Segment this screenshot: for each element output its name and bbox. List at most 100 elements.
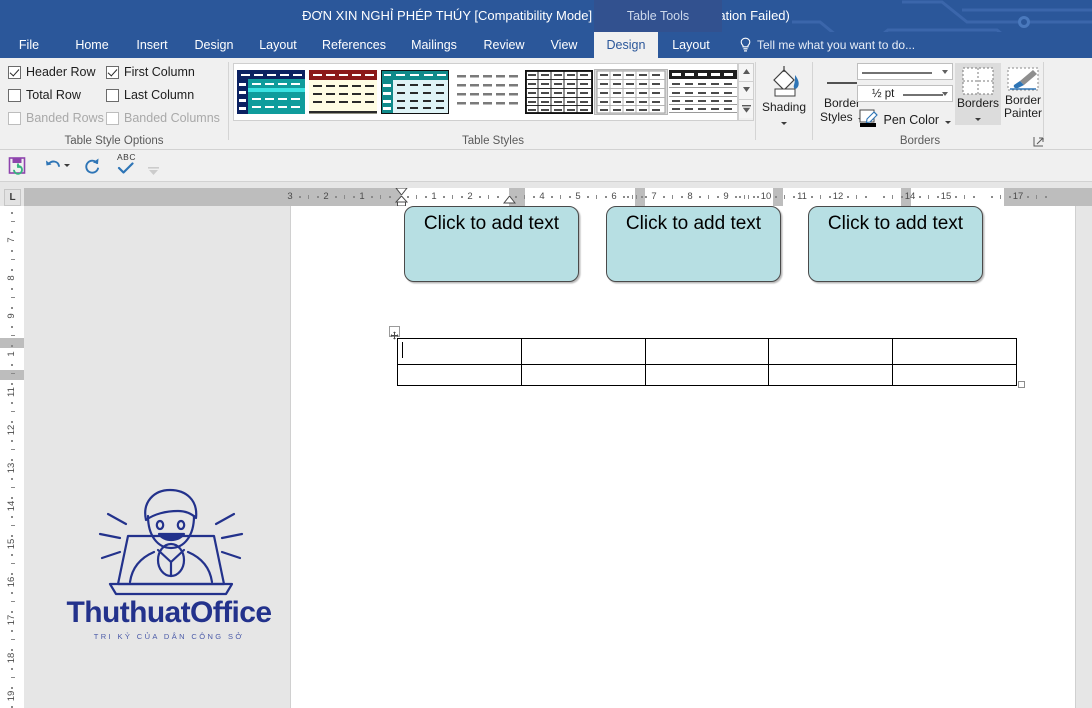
table-cell[interactable] xyxy=(768,364,894,386)
tab-insert[interactable]: Insert xyxy=(128,32,176,58)
table-cell[interactable] xyxy=(644,338,770,365)
table-style-grid-table-teal-dotted[interactable] xyxy=(380,69,450,115)
chevron-down-icon[interactable] xyxy=(975,118,981,121)
checkbox-box[interactable] xyxy=(106,66,119,79)
ruler-tick xyxy=(587,196,589,198)
scroll-down-icon[interactable] xyxy=(739,82,753,100)
chevron-down-icon[interactable] xyxy=(944,121,951,124)
table-cell[interactable] xyxy=(520,364,646,386)
document-canvas[interactable]: Click to add text Click to add text Clic… xyxy=(24,206,1092,708)
tab-references[interactable]: References xyxy=(312,32,396,58)
line-style-dropdown[interactable] xyxy=(857,63,953,80)
vruler-tick xyxy=(11,610,13,613)
checkbox-box[interactable] xyxy=(8,89,21,102)
ruler-tick xyxy=(497,196,499,198)
table-move-handle[interactable] xyxy=(389,326,400,340)
vruler-tick xyxy=(11,439,13,442)
smartart-box[interactable]: Click to add text xyxy=(808,206,983,282)
checkbox-header-row[interactable]: Header Row xyxy=(8,64,95,84)
gallery-scrollbar[interactable] xyxy=(738,63,754,121)
title-bar: ĐƠN XIN NGHỈ PHÉP THÚY [Compatibility Mo… xyxy=(0,0,1092,32)
ruler-tick xyxy=(748,195,749,199)
vruler-tick xyxy=(11,297,15,298)
tell-me-search[interactable]: Tell me what you want to do... xyxy=(757,32,915,58)
table-cell[interactable] xyxy=(644,364,770,386)
checkbox-total-row[interactable]: Total Row xyxy=(8,87,81,107)
vruler-cell-divider xyxy=(0,370,24,380)
table-style-table-grid[interactable] xyxy=(524,69,594,115)
spelling-grammar-icon[interactable]: ABC xyxy=(117,153,136,174)
first-line-indent-marker[interactable] xyxy=(395,188,408,196)
checkbox-box[interactable] xyxy=(106,89,119,102)
horizontal-ruler[interactable]: 3 2 1 1 2 4 5 6 7 8 9 10 11 12 14 15 17 xyxy=(24,188,1092,206)
vruler-tick xyxy=(11,230,13,233)
word-table[interactable] xyxy=(397,338,1017,386)
tab-mailings[interactable]: Mailings xyxy=(402,32,466,58)
ruler-tick xyxy=(416,195,417,199)
checkbox-label: First Column xyxy=(124,65,195,79)
table-cell[interactable] xyxy=(892,338,1017,365)
shading-button[interactable]: Shading xyxy=(756,63,812,125)
ribbon-tab-bar: File Home Insert Design Layout Reference… xyxy=(0,32,1092,58)
chevron-down-icon[interactable] xyxy=(942,91,948,96)
vruler-tick xyxy=(11,496,13,499)
checkbox-last-column[interactable]: Last Column xyxy=(106,87,194,107)
vertical-ruler[interactable]: 7 8 9 1 11 12 13 14 15 16 17 18 19 xyxy=(0,206,24,708)
vruler-tick xyxy=(11,268,13,271)
ruler-tick xyxy=(784,195,785,199)
vruler-tick xyxy=(11,563,15,564)
table-cell[interactable] xyxy=(397,338,522,365)
tab-table-layout[interactable]: Layout xyxy=(662,32,720,58)
tab-table-design[interactable]: Design xyxy=(594,32,658,58)
table-style-table-grid-light[interactable] xyxy=(594,69,668,115)
vruler-tick xyxy=(11,648,13,651)
table-cell[interactable] xyxy=(520,338,646,365)
checkbox-first-column[interactable]: First Column xyxy=(106,64,195,84)
table-row[interactable] xyxy=(397,338,1017,365)
undo-icon[interactable] xyxy=(44,157,70,179)
table-style-grid-table-teal[interactable] xyxy=(236,69,306,115)
tab-view[interactable]: View xyxy=(542,32,586,58)
redo-icon[interactable] xyxy=(83,157,101,179)
save-icon[interactable] xyxy=(8,156,28,181)
borders-dialog-launcher[interactable] xyxy=(1033,135,1045,147)
borders-button[interactable]: Borders xyxy=(955,63,1001,125)
hanging-indent-marker[interactable] xyxy=(395,196,408,206)
table-style-list-table-dark-red[interactable] xyxy=(308,69,378,115)
tab-home[interactable]: Home xyxy=(68,32,116,58)
smartart-placeholder-text: Click to add text xyxy=(423,213,560,234)
border-painter-button[interactable]: Border Painter xyxy=(1001,63,1045,125)
ruler-tick xyxy=(461,196,463,198)
tab-file[interactable]: File xyxy=(10,32,48,58)
table-style-plain-table-header[interactable] xyxy=(668,69,737,115)
tab-review[interactable]: Review xyxy=(474,32,534,58)
ruler-label: 11 xyxy=(797,191,807,202)
pen-color-button[interactable]: Pen Color xyxy=(858,109,951,129)
more-styles-icon[interactable] xyxy=(739,100,753,118)
table-resize-handle[interactable] xyxy=(1018,381,1025,388)
ruler-tick xyxy=(847,196,849,198)
undo-dropdown-icon[interactable] xyxy=(64,164,70,167)
scroll-up-icon[interactable] xyxy=(739,64,753,82)
tab-design[interactable]: Design xyxy=(188,32,240,58)
tab-stop-selector[interactable]: L xyxy=(4,189,21,206)
table-cell[interactable] xyxy=(397,364,522,386)
vruler-tick xyxy=(11,515,13,518)
chevron-down-icon[interactable] xyxy=(942,69,948,74)
checkbox-box[interactable] xyxy=(8,66,21,79)
smartart-placeholder-text: Click to add text xyxy=(827,213,964,234)
right-indent-marker[interactable] xyxy=(503,196,516,205)
smartart-box[interactable]: Click to add text xyxy=(404,206,579,282)
table-styles-gallery[interactable] xyxy=(233,63,738,121)
table-row[interactable] xyxy=(397,364,1017,386)
customize-qat-icon[interactable] xyxy=(148,162,159,180)
smartart-box[interactable]: Click to add text xyxy=(606,206,781,282)
table-style-plain-table[interactable] xyxy=(452,69,522,115)
line-weight-dropdown[interactable]: ½ pt xyxy=(857,85,953,102)
chevron-down-icon[interactable] xyxy=(781,122,787,125)
table-cell[interactable] xyxy=(768,338,894,365)
table-cell[interactable] xyxy=(892,364,1017,386)
tab-layout[interactable]: Layout xyxy=(252,32,304,58)
vruler-tick xyxy=(11,705,13,708)
document-page[interactable]: Click to add text Click to add text Clic… xyxy=(290,206,1076,708)
